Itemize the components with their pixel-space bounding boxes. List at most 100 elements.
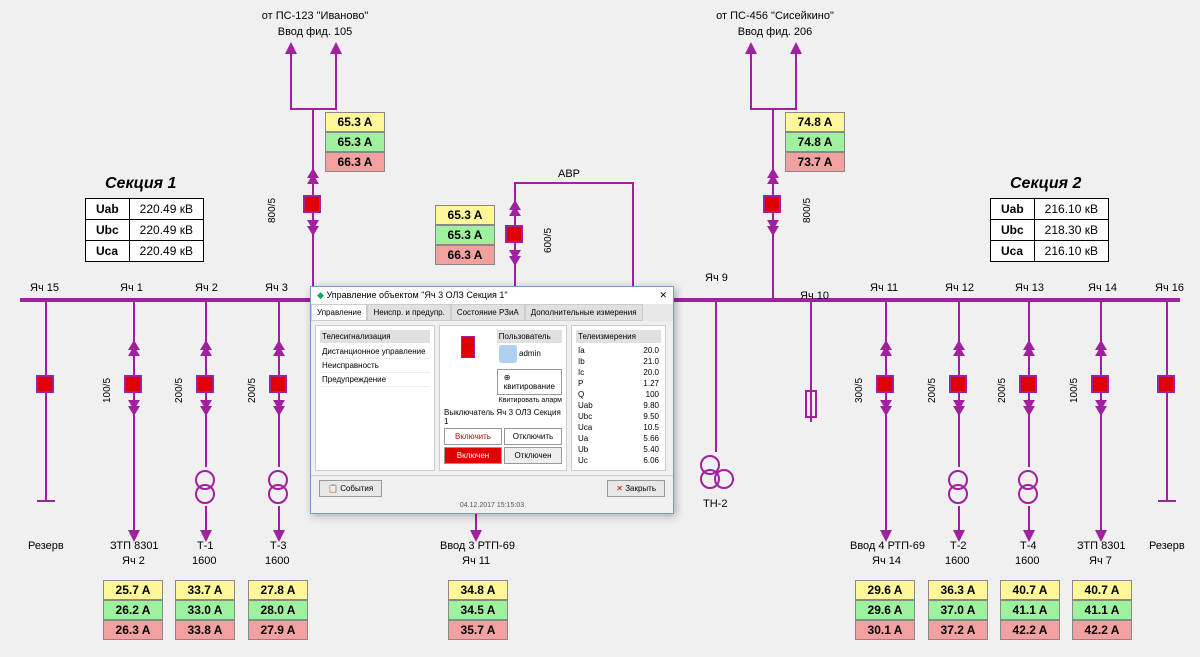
end-tick — [37, 500, 55, 502]
cell-10: Яч 10 — [800, 290, 829, 302]
ct-ratio: 100/5 — [1069, 378, 1080, 403]
meas-c14: 40.7 A41.1 A42.2 A — [1072, 580, 1132, 640]
cell-9: Яч 9 — [705, 272, 728, 284]
feeder-reserve-r — [1166, 302, 1168, 502]
meas-feed-left: 65.3 A 65.3 A 66.3 A — [325, 112, 385, 172]
cell-11: Яч 11 — [870, 282, 898, 294]
ct-ratio: 100/5 — [102, 378, 113, 403]
feed-right-from: от ПС-456 "Сисейкино" — [680, 10, 870, 22]
meas-c11: 29.6 A29.6 A30.1 A — [855, 580, 915, 640]
feeder-c14 — [1100, 302, 1102, 532]
breaker-c16[interactable] — [1157, 375, 1175, 393]
label-t1-sub: 1600 — [192, 555, 216, 567]
label-vv4-sub: Яч 14 — [872, 555, 901, 567]
label-ztp1: ЗТП 8301 — [110, 540, 159, 552]
breaker-c12[interactable] — [949, 375, 967, 393]
state-on: Включен — [444, 447, 502, 464]
cell-2: Яч 2 — [195, 282, 218, 294]
vline — [795, 50, 797, 110]
ct-ratio: 300/5 — [854, 378, 865, 403]
breaker-c15[interactable] — [36, 375, 54, 393]
meas-c13: 40.7 A41.1 A42.2 A — [1000, 580, 1060, 640]
close-button[interactable]: ✕ Закрыть — [607, 480, 665, 497]
state-off: Отключен — [504, 447, 562, 464]
feed-right-line: Ввод фид. 206 — [680, 26, 870, 38]
feed-left-from: от ПС-123 "Иваново" — [230, 10, 400, 22]
control-panel: Пользователь admin ⊕ квитирование Квитир… — [439, 325, 567, 471]
feeder-tn2 — [715, 302, 717, 452]
label-reserve-r: Резерв — [1149, 540, 1185, 552]
breaker-avr[interactable] — [505, 225, 523, 243]
label-t3-sub: 1600 — [265, 555, 289, 567]
cell-12: Яч 12 — [945, 282, 974, 294]
breaker-c3[interactable] — [269, 375, 287, 393]
tab-extra-meas[interactable]: Дополнительные измерения — [525, 304, 643, 321]
vline — [278, 506, 280, 532]
feed-left-line: Ввод фид. 105 — [230, 26, 400, 38]
vline — [1028, 506, 1030, 532]
meas-c3: 27.8 A28.0 A27.9 A — [248, 580, 308, 640]
cell-16: Яч 16 — [1155, 282, 1184, 294]
btn-vkl[interactable]: Включить — [444, 428, 502, 445]
label-t3: Т-3 — [270, 540, 287, 552]
meas-c1: 25.7 A26.2 A26.3 A — [103, 580, 163, 640]
events-button[interactable]: 📋 События — [319, 480, 382, 497]
tab-rza[interactable]: Состояние РЗиА — [451, 304, 525, 321]
label-ztp1-sub: Яч 2 — [122, 555, 145, 567]
label-t2-sub: 1600 — [945, 555, 969, 567]
meas-vv3: 34.8 A34.5 A35.7 A — [448, 580, 508, 640]
breaker-feed-left[interactable] — [303, 195, 321, 213]
dialog-titlebar[interactable]: ◆ Управление объектом "Яч 3 ОЛЗ Секция 1… — [311, 287, 673, 304]
meas-avr: 65.3 A 65.3 A 66.3 A — [435, 205, 495, 265]
ct-ratio: 800/5 — [802, 198, 813, 223]
tab-control[interactable]: Управление — [311, 304, 367, 321]
vline — [958, 506, 960, 532]
label-ztp2: ЗТП 8301 — [1077, 540, 1126, 552]
breaker-c1[interactable] — [124, 375, 142, 393]
cell-13: Яч 13 — [1015, 282, 1044, 294]
breaker-c14[interactable] — [1091, 375, 1109, 393]
vline — [205, 506, 207, 532]
hline — [514, 182, 634, 184]
feeder-c11 — [885, 302, 887, 532]
voltage-table-section1: Uab220.49 кВ Ubc220.49 кВ Uca220.49 кВ — [85, 198, 204, 262]
breaker-c13[interactable] — [1019, 375, 1037, 393]
label-t2: Т-2 — [950, 540, 967, 552]
ct-ratio: 600/5 — [543, 228, 554, 253]
tab-faults[interactable]: Неиспр. и предупр. — [367, 304, 450, 321]
cell-15: Яч 15 — [30, 282, 59, 294]
section2-title: Секция 2 — [1010, 175, 1081, 193]
ct-ratio: 800/5 — [267, 198, 278, 223]
ct-ratio: 200/5 — [174, 378, 185, 403]
label-ztp2-sub: Яч 7 — [1089, 555, 1112, 567]
cell-3: Яч 3 — [265, 282, 288, 294]
vline — [290, 50, 292, 110]
breaker-c11[interactable] — [876, 375, 894, 393]
telesignal-panel: Телесигнализация Дистанционное управлени… — [315, 325, 435, 471]
label-t1: Т-1 — [197, 540, 214, 552]
cell-14: Яч 14 — [1088, 282, 1117, 294]
btn-otkl[interactable]: Отключить — [504, 428, 562, 445]
switch-label: Выключатель Яч 3 ОЛЗ Секция 1 — [444, 408, 562, 426]
kvit-button[interactable]: ⊕ квитирование — [497, 369, 562, 395]
label-t4-sub: 1600 — [1015, 555, 1039, 567]
label-vv4: Ввод 4 РТП-69 — [850, 540, 925, 552]
busbar-section2 — [628, 298, 1180, 302]
meas-feed-right: 74.8 A 74.8 A 73.7 A — [785, 112, 845, 172]
breaker-feed-right[interactable] — [763, 195, 781, 213]
meas-c2: 33.7 A33.0 A33.8 A — [175, 580, 235, 640]
vline — [632, 182, 634, 297]
label-reserve-l: Резерв — [28, 540, 64, 552]
close-icon[interactable]: ✕ — [659, 290, 667, 301]
label-tn2: ТН-2 — [703, 498, 727, 510]
dialog-tabs: Управление Неиспр. и предупр. Состояние … — [311, 304, 673, 321]
telemeasure-panel: Телеизмерения Ia20.0Ib21.0Ic20.0P1.27Q10… — [571, 325, 666, 471]
feeder-reserve-l — [45, 302, 47, 502]
label-t4: Т-4 — [1020, 540, 1037, 552]
avr-label: АВР — [558, 168, 580, 180]
voltage-table-section2: Uab216.10 кВ Ubc218.30 кВ Uca216.10 кВ — [990, 198, 1109, 262]
kvit-all[interactable]: Квитировать аларм — [444, 397, 562, 404]
meas-c12: 36.3 A37.0 A37.2 A — [928, 580, 988, 640]
control-dialog: ◆ Управление объектом "Яч 3 ОЛЗ Секция 1… — [310, 286, 674, 514]
breaker-c2[interactable] — [196, 375, 214, 393]
